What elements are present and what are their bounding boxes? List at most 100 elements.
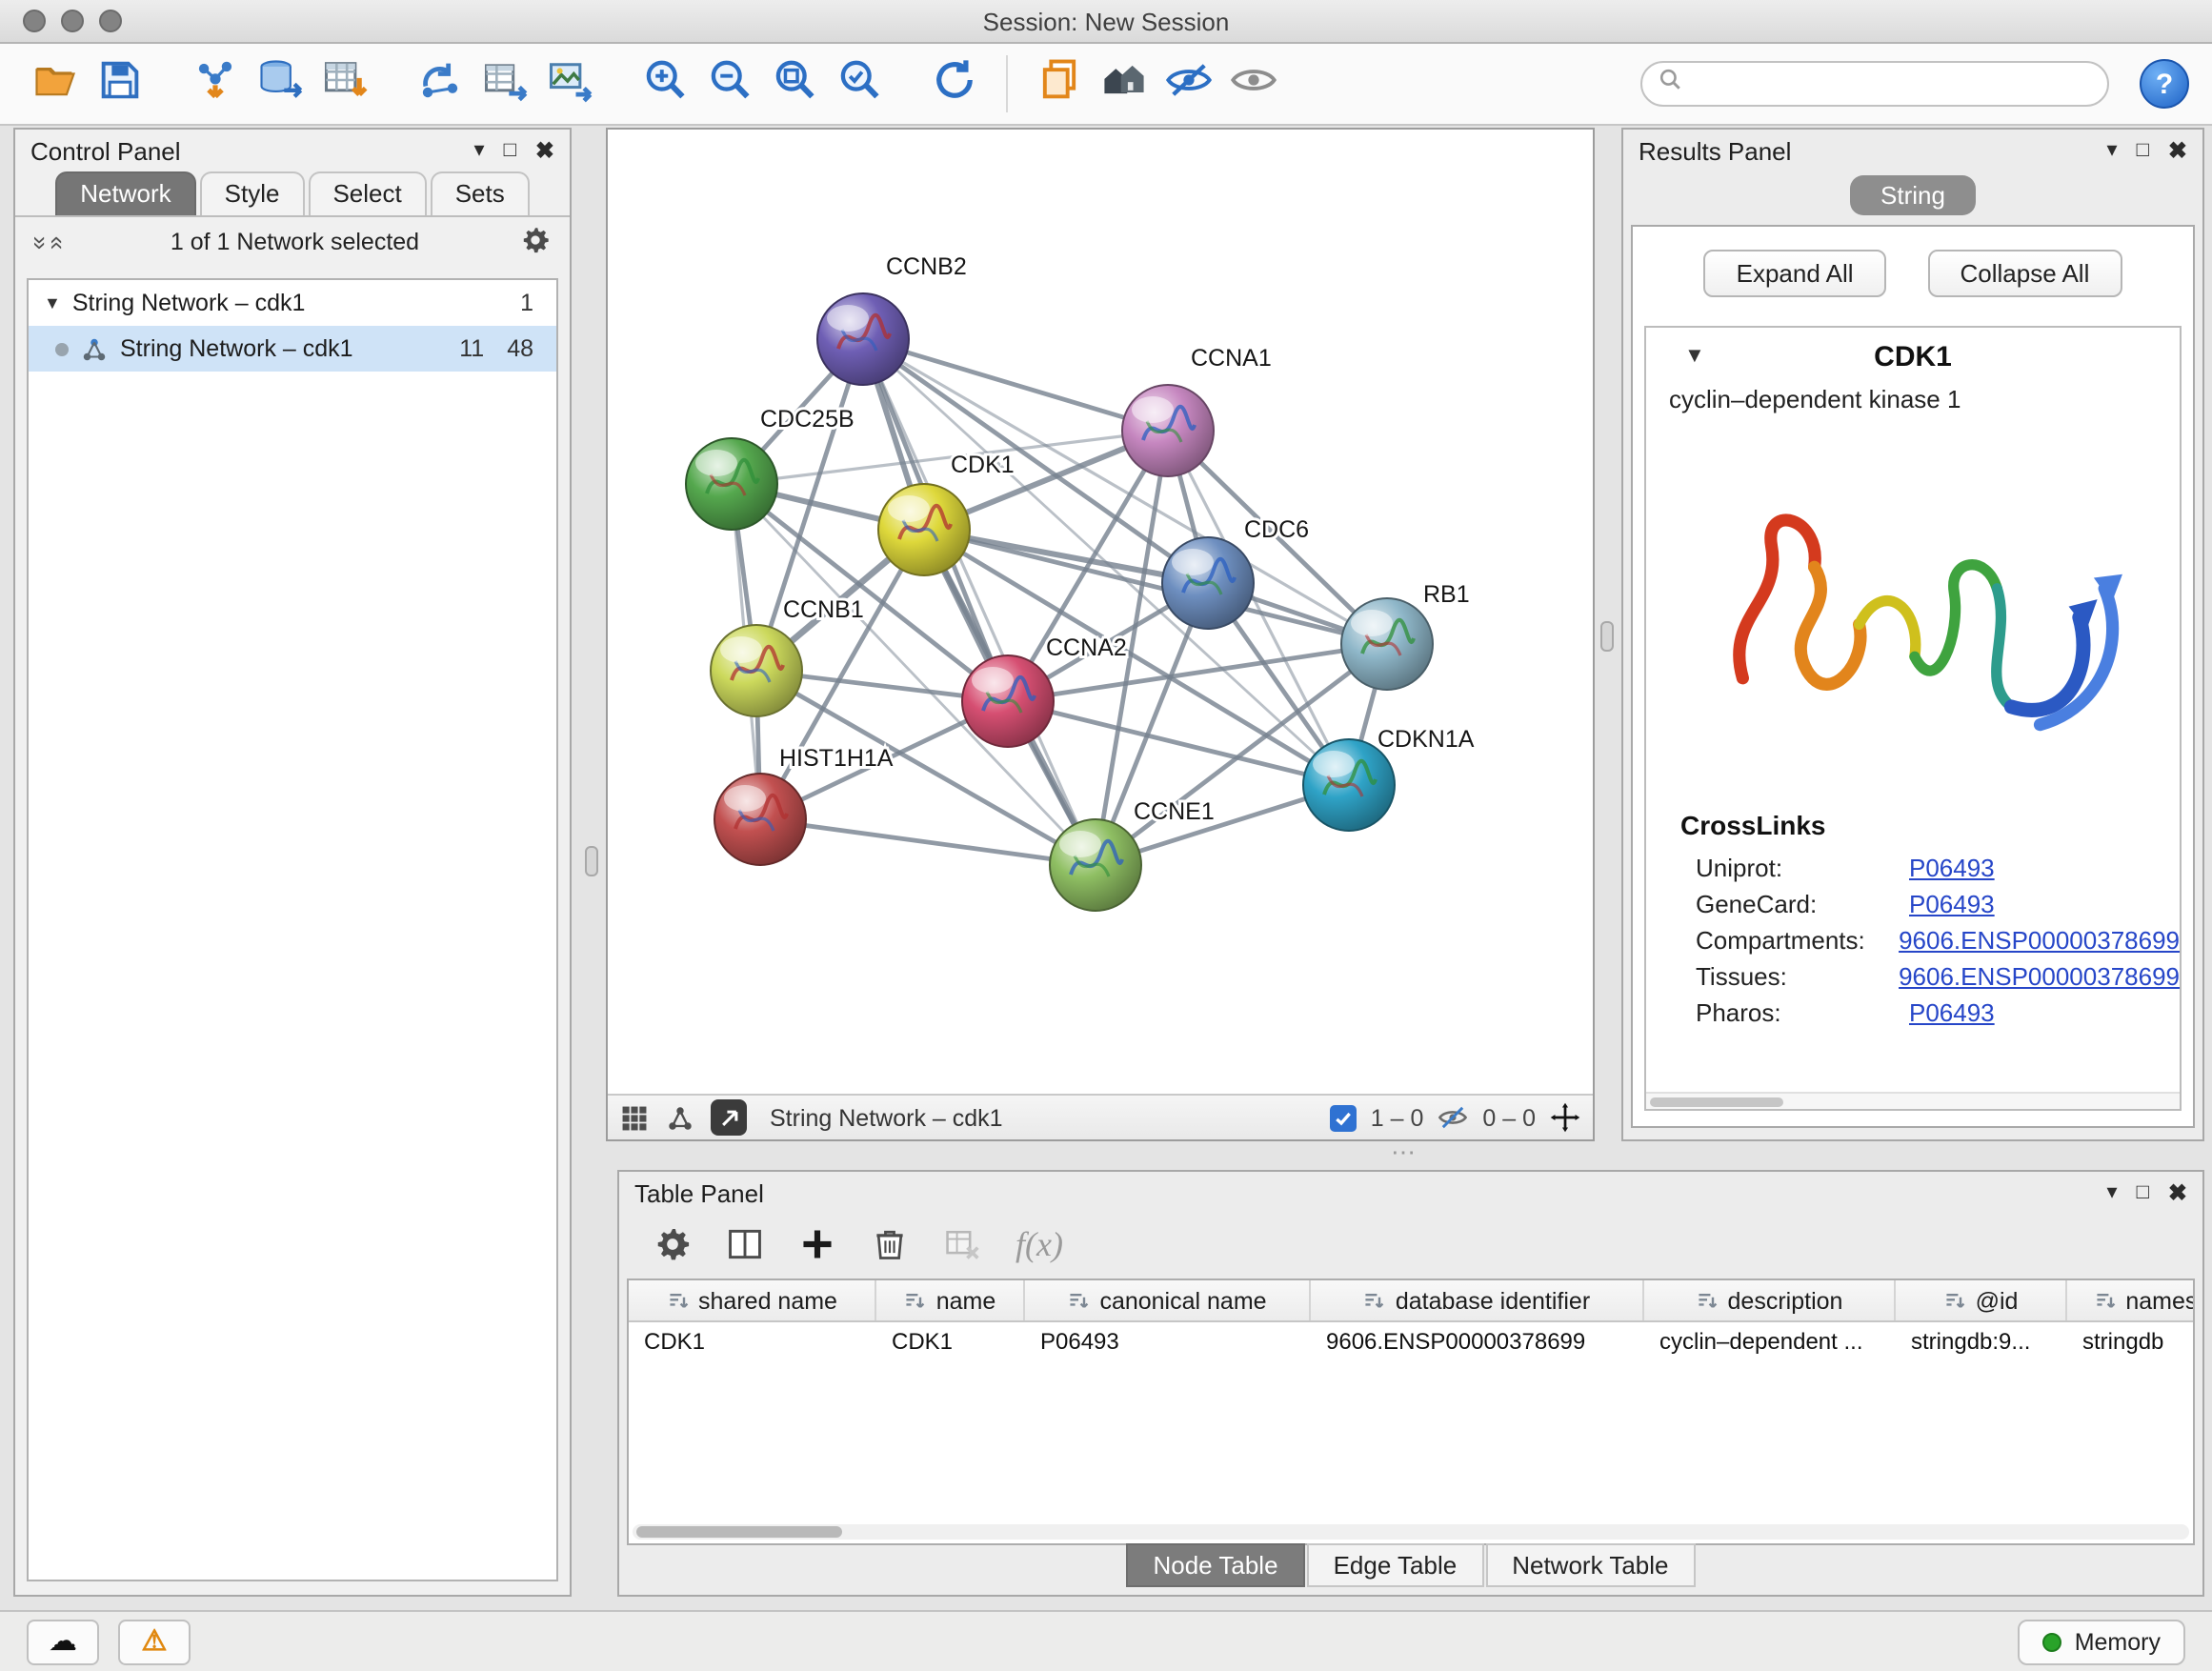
network-label: String Network – cdk1 — [120, 335, 353, 362]
panel-menu-icon[interactable]: ▾ — [2107, 1182, 2118, 1203]
save-icon — [95, 54, 145, 113]
network-node-CCNB2[interactable] — [817, 293, 909, 385]
network-edge[interactable] — [760, 819, 1096, 865]
export-image-button[interactable] — [537, 51, 602, 116]
network-options-gear-icon[interactable] — [520, 224, 551, 260]
column-header-5[interactable]: @id — [1896, 1280, 2067, 1320]
zoom-selected-button[interactable] — [827, 51, 892, 116]
column-header-3[interactable]: database identifier — [1311, 1280, 1644, 1320]
network-canvas[interactable]: CCNB2CCNA1CDC25BCDK1CDC6RB1CCNB1CCNA2CDK… — [608, 130, 1593, 1094]
network-node-CDKN1A[interactable] — [1303, 739, 1395, 831]
collapse-all-networks-icon[interactable]: « — [47, 235, 71, 249]
crosslink-link[interactable]: 9606.ENSP00000378699 — [1899, 962, 2180, 991]
import-network-from-database-button[interactable] — [248, 51, 312, 116]
table-row[interactable]: CDK1CDK1P064939606.ENSP00000378699cyclin… — [629, 1322, 2193, 1360]
new-network-button[interactable] — [408, 51, 473, 116]
network-node-CCNB1[interactable] — [711, 625, 802, 716]
panel-float-icon[interactable]: □ — [2137, 1182, 2149, 1203]
expand-all-button[interactable]: Expand All — [1704, 250, 1886, 297]
column-header-4[interactable]: description — [1644, 1280, 1896, 1320]
panel-menu-icon[interactable]: ▾ — [2107, 140, 2118, 161]
table-cell: CDK1 — [876, 1322, 1025, 1360]
network-edge[interactable] — [863, 339, 1168, 431]
folder-open-icon — [30, 54, 80, 113]
network-node-CCNE1[interactable] — [1050, 819, 1141, 911]
tab-node-table[interactable]: Node Table — [1126, 1543, 1304, 1587]
copy-button[interactable] — [1027, 51, 1092, 116]
column-header-1[interactable]: name — [876, 1280, 1025, 1320]
tab-edge-table[interactable]: Edge Table — [1307, 1543, 1484, 1587]
panel-close-icon[interactable]: ✖ — [535, 139, 554, 162]
network-edge[interactable] — [863, 339, 1096, 865]
hidden-eye-slash-icon[interactable] — [1437, 1101, 1469, 1134]
node-label: HIST1H1A — [779, 745, 894, 772]
results-scrollbar[interactable] — [1646, 1092, 2180, 1109]
zoom-fit-button[interactable] — [762, 51, 827, 116]
pan-crosshair-icon[interactable] — [1549, 1101, 1581, 1134]
network-row[interactable]: String Network – cdk1 11 48 — [29, 326, 556, 372]
network-node-CDC6[interactable] — [1162, 537, 1254, 629]
network-node-CCNA1[interactable] — [1122, 385, 1214, 476]
open-session-button[interactable] — [23, 51, 88, 116]
crosslink-link[interactable]: P06493 — [1909, 890, 1995, 918]
tab-sets[interactable]: Sets — [431, 171, 530, 215]
memory-button[interactable]: Memory — [2018, 1619, 2185, 1664]
network-node-CDK1[interactable] — [878, 484, 970, 575]
tab-network-table[interactable]: Network Table — [1485, 1543, 1695, 1587]
table-toolbar: f(x) — [619, 1214, 2202, 1275]
zoom-in-button[interactable] — [633, 51, 697, 116]
network-node-CCNA2[interactable] — [962, 655, 1054, 747]
network-node-RB1[interactable] — [1341, 598, 1433, 690]
panel-float-icon[interactable]: □ — [504, 140, 516, 161]
tab-string[interactable]: String — [1850, 175, 1976, 215]
horizontal-splitter[interactable]: ⋯ — [1391, 1147, 1416, 1158]
search-box[interactable] — [1640, 61, 2109, 107]
crosslink-link[interactable]: P06493 — [1909, 998, 1995, 1027]
right-splitter-grip[interactable] — [1600, 621, 1614, 652]
column-header-2[interactable]: canonical name — [1025, 1280, 1311, 1320]
import-table-button[interactable] — [312, 51, 377, 116]
zoom-out-button[interactable] — [697, 51, 762, 116]
save-session-button[interactable] — [88, 51, 152, 116]
import-network-button[interactable] — [183, 51, 248, 116]
cloud-button[interactable]: ☁ — [27, 1619, 99, 1664]
collection-expand-icon[interactable]: ▼ — [44, 293, 61, 312]
panel-close-icon[interactable]: ✖ — [2168, 139, 2187, 162]
delete-column-trash-icon[interactable] — [871, 1225, 909, 1263]
show-all-button[interactable] — [1221, 51, 1286, 116]
column-header-0[interactable]: shared name — [629, 1280, 876, 1320]
open-external-button[interactable] — [711, 1099, 747, 1136]
show-columns-icon[interactable] — [726, 1225, 764, 1263]
help-button[interactable]: ? — [2140, 59, 2189, 109]
warnings-button[interactable]: ⚠ — [118, 1619, 191, 1664]
add-column-plus-icon[interactable] — [798, 1225, 836, 1263]
tab-style[interactable]: Style — [200, 171, 305, 215]
grid-view-icon[interactable] — [619, 1102, 650, 1133]
crosslink-link[interactable]: 9606.ENSP00000378699 — [1899, 926, 2180, 955]
left-splitter-grip[interactable] — [585, 846, 598, 876]
network-node-CDC25B[interactable] — [686, 438, 777, 530]
function-builder-button[interactable]: f(x) — [1016, 1224, 1063, 1264]
export-table-button[interactable] — [473, 51, 537, 116]
network-collection-row[interactable]: ▼ String Network – cdk1 1 — [29, 280, 556, 326]
panel-float-icon[interactable]: □ — [2137, 140, 2149, 161]
refresh-view-button[interactable] — [922, 51, 987, 116]
hide-selected-button[interactable] — [1156, 51, 1221, 116]
table-tabs: Node Table Edge Table Network Table — [619, 1543, 2202, 1587]
panel-close-icon[interactable]: ✖ — [2168, 1181, 2187, 1204]
tab-select[interactable]: Select — [308, 171, 426, 215]
search-input[interactable] — [1694, 70, 2092, 97]
tab-network[interactable]: Network — [55, 171, 195, 215]
crosslink-link[interactable]: P06493 — [1909, 854, 1995, 882]
selected-checkbox-icon[interactable] — [1331, 1104, 1357, 1131]
table-scrollbar[interactable] — [633, 1524, 2189, 1540]
network-node-HIST1H1A[interactable] — [714, 774, 806, 865]
table-settings-gear-icon[interactable] — [654, 1225, 692, 1263]
gene-collapse-icon[interactable]: ▼ — [1684, 345, 1705, 368]
cytoscape-window: Session: New Session ? Control — [0, 0, 2212, 1671]
collapse-all-button[interactable]: Collapse All — [1928, 250, 2122, 297]
home-button[interactable] — [1092, 51, 1156, 116]
panel-menu-icon[interactable]: ▾ — [474, 140, 485, 161]
column-header-6[interactable]: namespace — [2067, 1280, 2195, 1320]
network-share-icon[interactable] — [665, 1102, 695, 1133]
